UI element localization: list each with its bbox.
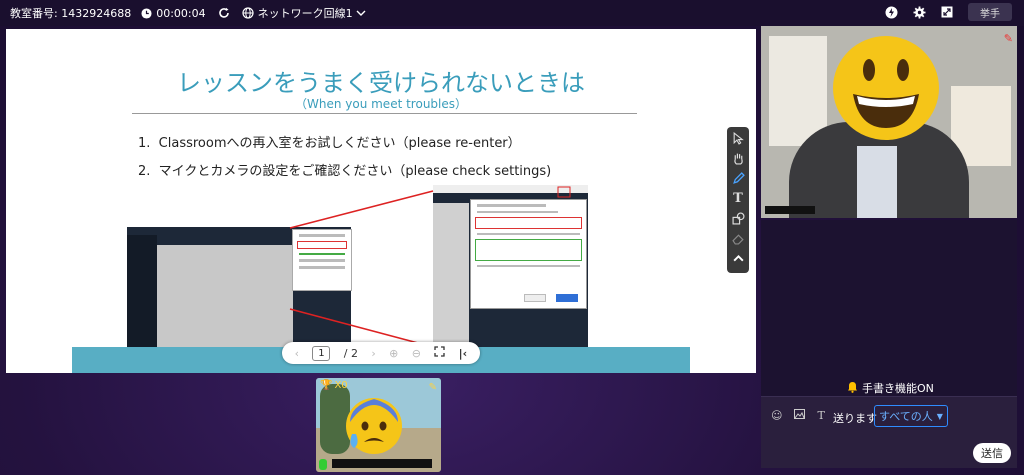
chat-input-area[interactable]: ☺ T 送ります すべての人 ▼ 送信 [761,396,1017,468]
slide-pager: ‹ 1 / 2 › ⊕ ⊖ |‹ [282,342,480,364]
pen-permission-icon: ✎ [428,382,437,393]
clock-icon [141,7,152,19]
network-selector[interactable]: ネットワーク回線1 [242,5,366,21]
student-video: 🏆 X0 ✎ [316,378,441,472]
globe-icon [242,7,254,19]
bell-icon [847,381,858,396]
emoji-icon[interactable]: ☺ [771,409,782,422]
anxious-face-icon [346,398,402,454]
timer-value: 00:00:04 [156,6,206,20]
trophy-score: 🏆 X0 [320,380,348,391]
zoom-out-icon[interactable]: ⊖ [412,347,421,360]
chevron-down-icon [356,9,366,17]
network-label: ネットワーク回線1 [257,7,353,20]
page-number-input[interactable]: 1 [312,345,331,361]
collapse-panel-icon[interactable]: |‹ [459,347,468,360]
trophy-icon: 🏆 [320,380,333,391]
smiley-face-icon [833,36,939,140]
send-to-label: 送ります [833,412,877,425]
chevron-up-icon[interactable] [730,250,746,266]
timer: 00:00:04 [141,6,206,20]
send-button[interactable]: 送信 [973,443,1011,463]
prev-page-button[interactable]: ‹ [295,347,299,360]
cursor-icon[interactable] [730,130,746,146]
slide: レッスンをうまく受けられないときは （When you meet trouble… [72,29,690,373]
next-page-button[interactable]: › [371,347,375,360]
fullscreen-icon[interactable] [940,5,954,19]
image-icon[interactable] [794,409,806,422]
raise-hand-button[interactable]: 挙手 [968,3,1012,21]
pen-permission-icon: ✎ [1003,32,1013,45]
speed-icon[interactable] [884,5,898,19]
recipient-value: すべての人 [879,410,933,423]
refresh-button[interactable] [218,7,230,19]
score-value: X0 [334,380,348,391]
student-name-bar [332,459,432,468]
zoom-in-icon[interactable]: ⊕ [389,347,398,360]
refresh-icon [218,7,230,19]
pen-icon[interactable] [730,170,746,186]
eraser-icon[interactable] [730,230,746,246]
callout-lines [289,186,571,348]
hand-icon[interactable] [730,150,746,166]
slide-stage: レッスンをうまく受けられないときは （When you meet trouble… [6,29,756,373]
fit-screen-icon[interactable] [434,346,445,360]
caret-down-icon: ▼ [936,411,943,421]
teacher-name-bar [765,206,815,214]
recipient-select[interactable]: すべての人 ▼ [874,405,948,427]
page-total: / 2 [343,346,358,360]
shapes-icon[interactable] [730,210,746,226]
text-format-icon[interactable]: T [817,409,824,422]
top-bar: 教室番号: 1432924688 00:00:04 ネットワーク回線1 挙手 [0,0,1024,26]
handwriting-notice: 手書き機能ON [847,380,934,396]
text-tool-icon[interactable]: T [730,190,746,206]
annotation-toolbar: T [727,127,749,273]
mic-icon [319,459,327,470]
gear-icon[interactable] [912,5,926,19]
handwriting-notice-text: 手書き機能ON [862,382,934,395]
teacher-video: ✎ [761,26,1017,218]
chat-panel: 手書き機能ON ☺ T 送ります すべての人 ▼ 送信 [761,220,1017,468]
room-number: 教室番号: 1432924688 [10,7,132,20]
